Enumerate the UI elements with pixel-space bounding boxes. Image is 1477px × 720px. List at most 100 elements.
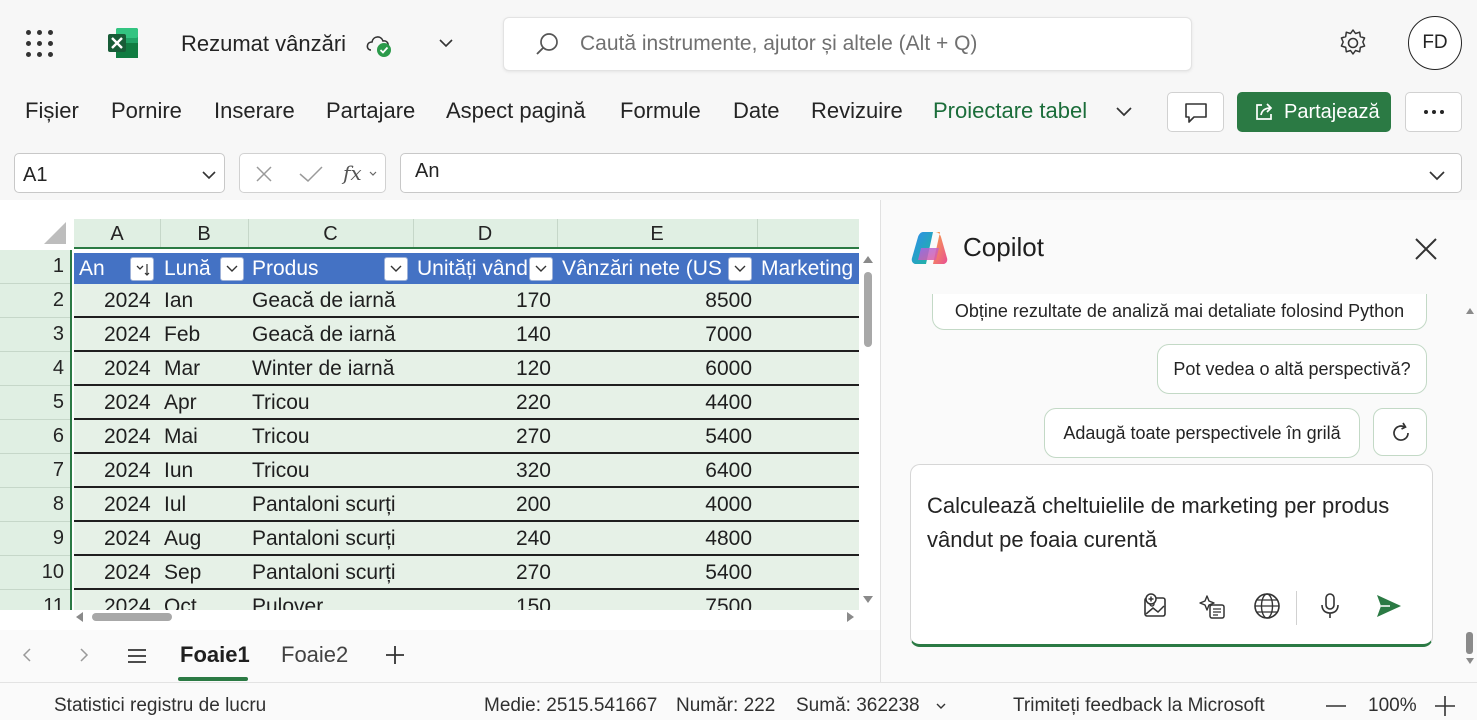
cell-produs[interactable]: Geacă de iarnă [252,289,412,313]
row-header[interactable]: 5 [53,391,64,414]
cell-unitati[interactable]: 170 [413,289,551,313]
row-header[interactable]: 7 [53,459,64,482]
cell-an[interactable]: 2024 [104,527,156,551]
cell-an[interactable]: 2024 [104,493,156,517]
cell-produs[interactable]: Pantaloni scurți [252,561,412,585]
worksheet-grid[interactable]: A B C D E 1 2 3 4 5 6 7 8 9 10 11 An Lună Produs [0,200,880,630]
cell-vanzari[interactable]: 7000 [557,323,752,347]
column-header-b[interactable]: B [160,223,248,246]
share-button[interactable]: Partajează [1237,92,1391,132]
cell-produs[interactable]: Tricou [252,391,412,415]
tab-table-design[interactable]: Proiectare tabel [933,98,1087,124]
cell-an[interactable]: 2024 [104,391,156,415]
cell-luna[interactable]: Ian [164,289,244,313]
column-header-a[interactable]: A [74,223,160,246]
vertical-scrollbar-thumb[interactable] [864,272,872,347]
filter-button[interactable] [728,257,752,281]
avatar[interactable]: FD [1408,16,1462,70]
cell-luna[interactable]: Aug [164,527,244,551]
cell-vanzari[interactable]: 7500 [557,595,752,610]
cell-an[interactable]: 2024 [104,357,156,381]
suggestion-add-all-to-grid[interactable]: Adaugă toate perspectivele în grilă [1044,408,1360,458]
cell-produs[interactable]: Tricou [252,459,412,483]
table-header-an[interactable]: An [79,257,129,281]
row-header[interactable]: 1 [53,255,64,278]
cell-produs[interactable]: Winter de iarnă [252,357,412,381]
scroll-right-arrow[interactable] [847,612,854,622]
row-header[interactable]: 8 [53,493,64,516]
cell-produs[interactable]: Pantaloni scurți [252,493,412,517]
tab-share[interactable]: Partajare [326,98,415,124]
horizontal-scrollbar-thumb[interactable] [92,613,172,621]
more-options-button[interactable] [1405,92,1462,132]
copilot-prompt-input[interactable]: Calculează cheltuielile de marketing per… [910,464,1433,647]
pane-scrollbar-thumb[interactable] [1466,632,1473,654]
checkmark-icon[interactable] [297,164,325,184]
chevron-down-icon[interactable] [934,699,948,713]
search-box[interactable] [503,17,1192,71]
table-header-luna[interactable]: Lună [164,257,220,281]
cell-luna[interactable]: Feb [164,323,244,347]
formula-input[interactable]: An [400,153,1462,193]
cloud-saved-icon[interactable] [364,30,394,58]
cell-vanzari[interactable]: 5400 [557,561,752,585]
cell-unitati[interactable]: 220 [413,391,551,415]
zoom-in-icon[interactable] [1434,695,1456,717]
insert-function-button[interactable]: fx [343,161,362,185]
zoom-level[interactable]: 100% [1368,695,1417,717]
table-header-unitati[interactable]: Unități vând [417,257,529,281]
cell-luna[interactable]: Apr [164,391,244,415]
cell-unitati[interactable]: 200 [413,493,551,517]
cell-unitati[interactable]: 120 [413,357,551,381]
cell-unitati[interactable]: 270 [413,561,551,585]
cell-luna[interactable]: Oct [164,595,244,610]
comments-button[interactable] [1167,92,1224,132]
column-header-d[interactable]: D [413,223,557,246]
sheet-tab-foaie2[interactable]: Foaie2 [281,642,348,668]
add-sheet-icon[interactable] [384,644,406,666]
select-all-corner[interactable] [0,200,72,248]
chevron-left-icon[interactable] [19,646,37,664]
table-header-produs[interactable]: Produs [252,257,382,281]
prompt-text[interactable]: Calculează cheltuielile de marketing per… [927,489,1427,557]
chevron-down-icon[interactable] [368,169,378,179]
chevron-down-icon[interactable] [1427,165,1447,185]
filter-sort-button[interactable] [130,257,154,281]
scroll-down-arrow[interactable] [863,596,873,603]
cell-luna[interactable]: Iul [164,493,244,517]
app-launcher-icon[interactable] [26,30,54,58]
cell-unitati[interactable]: 150 [413,595,551,610]
cell-an[interactable]: 2024 [104,425,156,449]
cell-vanzari[interactable]: 4000 [557,493,752,517]
prompt-guide-sparkle-icon[interactable] [1197,591,1227,621]
tab-formulas[interactable]: Formule [620,98,701,124]
cell-luna[interactable]: Mai [164,425,244,449]
cell-vanzari[interactable]: 5400 [557,425,752,449]
tab-file[interactable]: Fișier [25,98,79,124]
scroll-left-arrow[interactable] [76,612,83,622]
gear-icon[interactable] [1337,27,1369,59]
cell-an[interactable]: 2024 [104,323,156,347]
row-header[interactable]: 3 [53,323,64,346]
suggestion-python-analysis[interactable]: Obține rezultate de analiză mai detaliat… [932,294,1427,330]
feedback-link[interactable]: Trimiteți feedback la Microsoft [1013,695,1265,717]
chevron-down-icon[interactable] [200,166,218,184]
cell-an[interactable]: 2024 [104,459,156,483]
row-header[interactable]: 6 [53,425,64,448]
cell-produs[interactable]: Tricou [252,425,412,449]
row-header[interactable]: 9 [53,527,64,550]
column-header-e[interactable]: E [557,223,757,246]
scroll-up-arrow[interactable] [863,256,873,263]
row-header[interactable]: 4 [53,357,64,380]
close-icon[interactable] [1413,236,1439,262]
search-input[interactable] [580,18,1180,70]
cell-an[interactable]: 2024 [104,595,156,610]
microphone-icon[interactable] [1315,591,1345,621]
name-box[interactable]: A1 [14,153,225,193]
tab-insert[interactable]: Inserare [214,98,295,124]
cell-an[interactable]: 2024 [104,289,156,313]
row-header[interactable]: 2 [53,289,64,312]
chevron-down-icon[interactable] [437,34,455,52]
cell-vanzari[interactable]: 4400 [557,391,752,415]
cell-an[interactable]: 2024 [104,561,156,585]
